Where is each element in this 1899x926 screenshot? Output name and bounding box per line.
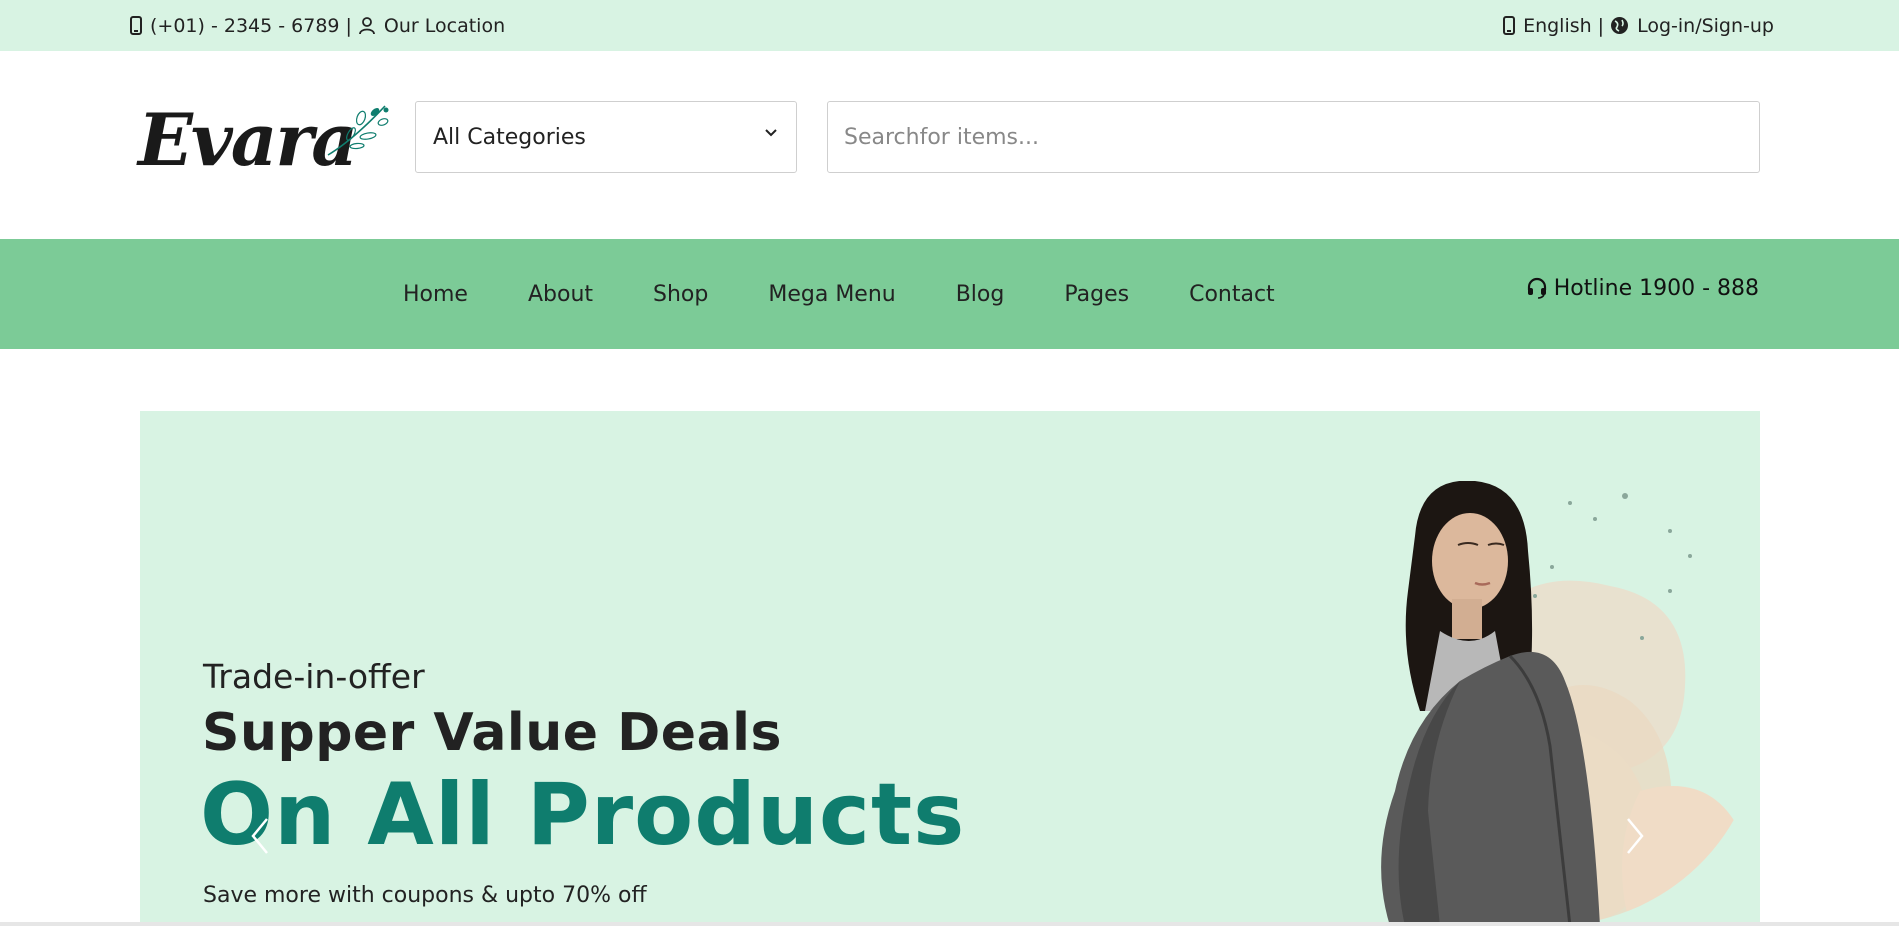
phone-icon [130, 16, 142, 35]
page-bottom-divider [0, 922, 1899, 926]
phone-icon [1503, 16, 1516, 35]
category-select[interactable]: All Categories [415, 101, 797, 173]
nav-item-pages[interactable]: Pages [1064, 282, 1129, 307]
search-box [827, 101, 1760, 173]
header: Evara All Categories [0, 51, 1899, 239]
hero-heading: Supper Value Deals [202, 703, 782, 763]
globe-icon [1610, 16, 1629, 35]
hotline-text: Hotline 1900 - 888 [1553, 275, 1759, 301]
login-signup-link[interactable]: Log-in/Sign-up [1637, 15, 1774, 37]
hero-banner: Trade-in-offer Supper Value Deals On All… [140, 411, 1760, 926]
separator: | [1597, 14, 1605, 37]
separator: | [345, 14, 352, 37]
headset-icon [1526, 277, 1548, 299]
category-select-value: All Categories [433, 124, 586, 150]
nav-item-home[interactable]: Home [403, 282, 468, 307]
nav-item-contact[interactable]: Contact [1189, 282, 1275, 307]
nav-item-mega-menu[interactable]: Mega Menu [768, 282, 895, 307]
phone-number[interactable]: (+01) - 2345 - 6789 [150, 15, 340, 37]
hero-model-image [1381, 481, 1600, 926]
top-bar-account: English | Log-in/Sign-up [1503, 0, 1774, 51]
main-nav: Home About Shop Mega Menu Blog Pages Con… [0, 239, 1899, 349]
chevron-right-icon[interactable] [1620, 811, 1650, 861]
nav-item-blog[interactable]: Blog [956, 282, 1005, 307]
location-link[interactable]: Our Location [384, 15, 505, 37]
leaf-icon [323, 100, 393, 164]
hotline[interactable]: Hotline 1900 - 888 [1526, 239, 1759, 337]
logo[interactable]: Evara [138, 95, 389, 185]
top-bar: (+01) - 2345 - 6789 | Our Location Engli… [0, 0, 1899, 51]
hero-subtitle: Trade-in-offer [203, 657, 425, 696]
nav-item-shop[interactable]: Shop [653, 282, 708, 307]
hero-headline: On All Products [200, 765, 966, 865]
hero-note: Save more with coupons & upto 70% off [203, 883, 647, 908]
chevron-left-icon[interactable] [245, 811, 275, 861]
language-selector[interactable]: English [1523, 15, 1592, 37]
search-input[interactable] [828, 102, 1759, 172]
chevron-down-icon [764, 128, 778, 138]
user-icon [358, 16, 376, 35]
top-bar-contact: (+01) - 2345 - 6789 | Our Location [130, 0, 505, 51]
nav-menu: Home About Shop Mega Menu Blog Pages Con… [403, 239, 1335, 349]
nav-item-about[interactable]: About [528, 282, 593, 307]
